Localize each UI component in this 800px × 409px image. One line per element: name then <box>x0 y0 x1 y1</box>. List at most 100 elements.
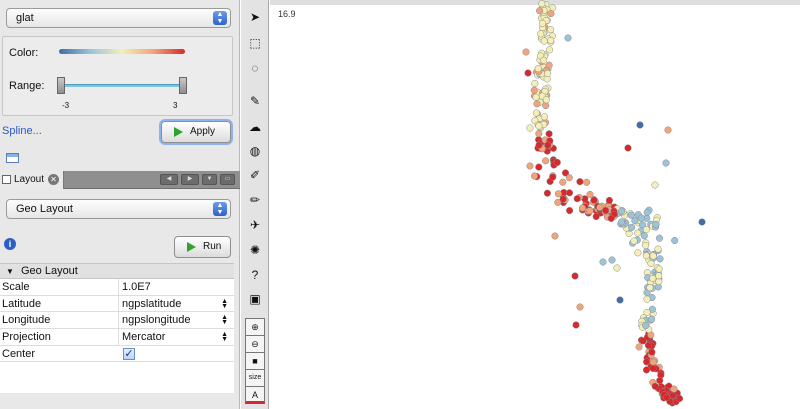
graph-node[interactable] <box>643 308 651 316</box>
graph-node[interactable] <box>652 220 660 228</box>
graph-node[interactable] <box>578 204 587 212</box>
graph-node[interactable] <box>542 96 550 104</box>
graph-node[interactable] <box>535 141 543 149</box>
graph-node[interactable] <box>642 252 650 260</box>
graph-node[interactable] <box>537 30 545 38</box>
graph-node[interactable] <box>648 315 656 323</box>
airplane-icon[interactable]: ✈ <box>245 216 265 234</box>
tab-menu-icon[interactable]: ▼ <box>202 174 217 185</box>
graph-node[interactable] <box>607 214 615 222</box>
square-icon[interactable]: ■ <box>245 352 265 370</box>
graph-node[interactable] <box>637 214 645 222</box>
text-color-icon[interactable]: A <box>245 386 265 404</box>
graph-node[interactable] <box>526 124 534 132</box>
graph-node[interactable] <box>566 207 574 215</box>
graph-node[interactable] <box>535 163 543 171</box>
graph-node[interactable] <box>602 206 610 215</box>
color-field-select[interactable]: glat ▲ ▼ <box>6 8 231 28</box>
graph-node[interactable] <box>536 7 544 15</box>
close-icon[interactable]: ✕ <box>48 174 59 185</box>
zoom-out-icon[interactable]: ⊖ <box>245 335 265 353</box>
pencil-icon[interactable]: ✏ <box>245 191 265 209</box>
graph-node[interactable] <box>651 181 659 189</box>
graph-node[interactable] <box>586 207 594 215</box>
graph-node[interactable] <box>663 393 671 401</box>
graph-node[interactable] <box>576 178 584 186</box>
size-icon[interactable]: size <box>245 369 265 387</box>
graph-node[interactable] <box>535 122 543 130</box>
graph-node[interactable] <box>530 86 538 94</box>
graph-node[interactable] <box>538 19 547 27</box>
graph-node[interactable] <box>540 37 548 45</box>
graph-node[interactable] <box>549 173 557 181</box>
graph-node[interactable] <box>599 258 607 266</box>
apply-button[interactable]: Apply <box>161 121 231 143</box>
graph-node[interactable] <box>648 348 656 356</box>
tab-prev-icon[interactable]: ◀ <box>160 174 178 185</box>
graph-node[interactable] <box>564 34 572 42</box>
graph-node[interactable] <box>647 259 655 268</box>
graph-node[interactable] <box>540 113 548 121</box>
tab-next-icon[interactable]: ▶ <box>181 174 199 185</box>
layout-select[interactable]: Geo Layout ▲ ▼ <box>6 199 231 219</box>
graph-node[interactable] <box>534 65 542 73</box>
graph-node[interactable] <box>636 121 644 129</box>
graph-node[interactable] <box>551 232 559 240</box>
graph-node[interactable] <box>596 203 604 211</box>
graph-node[interactable] <box>655 234 664 242</box>
graph-node[interactable] <box>640 232 648 240</box>
graph-node[interactable] <box>670 385 678 393</box>
graph-node[interactable] <box>544 141 552 149</box>
graph-node[interactable] <box>559 195 567 203</box>
range-min-handle[interactable] <box>57 77 65 94</box>
graph-node[interactable] <box>524 69 532 77</box>
palette-icon[interactable]: ◍ <box>245 142 265 160</box>
graph-node[interactable] <box>642 241 650 250</box>
graph-node[interactable] <box>592 212 600 221</box>
graph-node[interactable] <box>605 196 613 204</box>
run-button[interactable]: Run <box>174 236 231 258</box>
cursor-help-icon[interactable]: ? <box>245 266 265 284</box>
graph-node[interactable] <box>655 272 663 280</box>
graph-node[interactable] <box>654 245 662 253</box>
center-checkbox[interactable]: ✓ <box>123 347 135 360</box>
latitude-select[interactable]: ngpslatitude ▲ ▼ <box>118 295 234 312</box>
graph-node[interactable] <box>675 394 684 403</box>
graph-node[interactable] <box>635 343 643 351</box>
graph-node[interactable] <box>634 249 642 257</box>
graph-node[interactable] <box>649 252 657 260</box>
graph-node[interactable] <box>624 144 632 152</box>
graph-node[interactable] <box>651 382 659 390</box>
graph-node[interactable] <box>643 295 651 303</box>
graph-node[interactable] <box>522 48 530 56</box>
graph-node[interactable] <box>613 264 621 272</box>
graph-node[interactable] <box>565 174 573 182</box>
graph-node[interactable] <box>576 303 584 311</box>
graph-node[interactable] <box>608 256 616 264</box>
graph-node[interactable] <box>533 100 541 108</box>
spline-link[interactable]: Spline... <box>2 125 42 137</box>
graph-node[interactable] <box>649 364 657 372</box>
graph-node[interactable] <box>532 93 540 101</box>
graph-node[interactable] <box>662 159 670 167</box>
graph-node[interactable] <box>671 236 679 245</box>
range-slider-track[interactable] <box>61 84 185 87</box>
graph-node[interactable] <box>547 36 555 44</box>
node-plot[interactable] <box>270 0 800 409</box>
graph-node[interactable] <box>639 337 647 345</box>
graph-node[interactable] <box>649 358 657 366</box>
graph-node[interactable] <box>547 10 555 18</box>
graph-node[interactable] <box>531 79 539 88</box>
graph-node[interactable] <box>642 321 650 330</box>
select-arrow-icon[interactable]: ➤ <box>245 8 265 26</box>
graph-node[interactable] <box>573 195 581 203</box>
graph-node[interactable] <box>618 218 626 226</box>
graph-node[interactable] <box>642 226 650 234</box>
graph-node[interactable] <box>634 229 642 237</box>
graph-node[interactable] <box>530 172 539 180</box>
graph-node[interactable] <box>545 46 554 54</box>
graph-node[interactable] <box>544 69 552 78</box>
pen-icon[interactable]: ✎ <box>245 92 265 110</box>
graph-node[interactable] <box>656 376 664 385</box>
graph-node[interactable] <box>649 274 657 282</box>
